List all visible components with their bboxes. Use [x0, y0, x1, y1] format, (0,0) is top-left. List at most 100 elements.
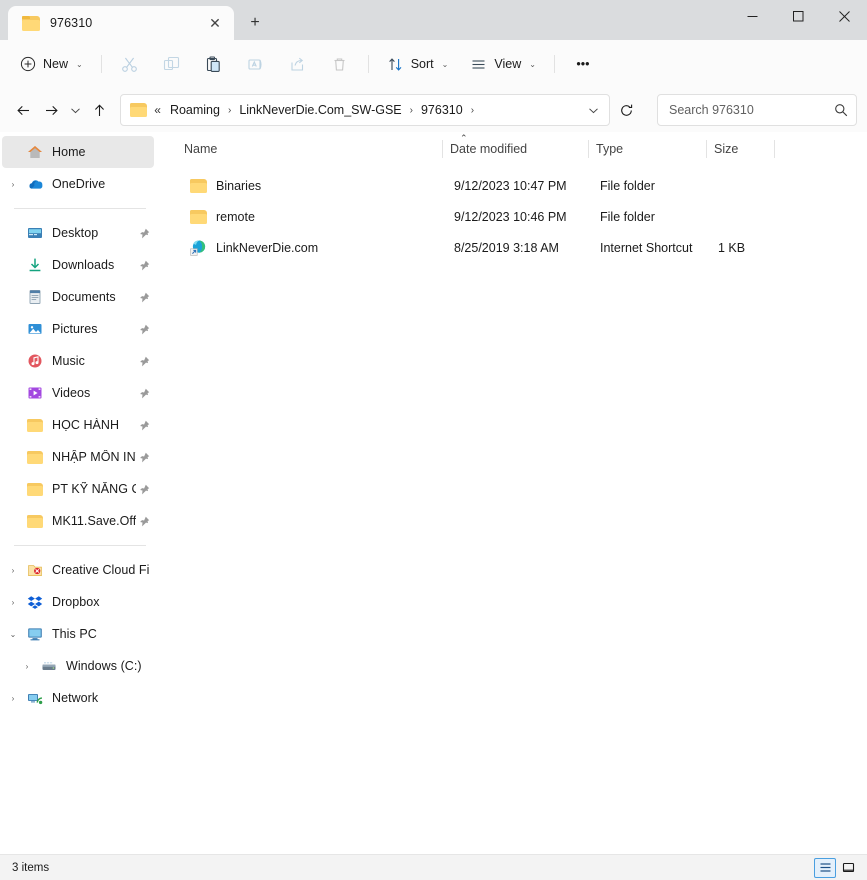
pin-icon[interactable] — [138, 292, 150, 303]
title-bar: 976310 ✕ + — [0, 0, 867, 40]
breadcrumb-item-976310[interactable]: 976310 — [417, 100, 467, 120]
sidebar-item-home[interactable]: Home — [2, 136, 154, 168]
breadcrumb-separator[interactable]: › — [406, 105, 417, 116]
forward-button[interactable] — [38, 94, 65, 126]
view-button-label: View — [494, 57, 521, 71]
pin-icon[interactable] — [138, 228, 150, 239]
chevron-right-icon[interactable]: › — [2, 180, 24, 189]
search-input[interactable] — [669, 103, 834, 117]
sidebar-item-this-pc[interactable]: ⌄ This PC — [2, 618, 154, 650]
sidebar-item-label: Videos — [46, 386, 136, 400]
pin-icon[interactable] — [138, 516, 150, 527]
window-controls — [729, 0, 867, 32]
column-header-name[interactable]: Name — [176, 132, 442, 166]
pin-icon[interactable] — [138, 484, 150, 495]
maximize-icon[interactable] — [775, 0, 821, 32]
sidebar-item-label: PT KỸ NĂNG CÁ — [46, 482, 136, 496]
column-header-type[interactable]: Type — [588, 132, 706, 166]
breadcrumb-separator[interactable]: › — [467, 105, 478, 116]
sidebar-item-nhap-mon-int[interactable]: NHẬP MÔN INT — [2, 441, 154, 473]
sidebar-item-documents[interactable]: Documents — [2, 281, 154, 313]
file-size-cell: 1 KB — [710, 241, 778, 255]
recent-locations-button[interactable] — [65, 94, 85, 126]
chevron-down-icon[interactable]: ⌄ — [2, 630, 24, 639]
file-list-pane: ⌃ Name Date modified Type Size Binaries … — [158, 132, 867, 854]
tab-976310[interactable]: 976310 ✕ — [8, 6, 234, 40]
folder-icon — [22, 16, 40, 31]
file-name-label: remote — [216, 210, 255, 224]
documents-icon — [24, 289, 46, 305]
table-row[interactable]: Binaries 9/12/2023 10:47 PM File folder — [162, 170, 861, 201]
pin-icon[interactable] — [138, 420, 150, 431]
chevron-right-icon[interactable]: › — [2, 694, 24, 703]
drive-icon — [38, 658, 60, 674]
trash-icon — [331, 56, 348, 73]
column-header-size[interactable]: Size — [706, 132, 774, 166]
table-row[interactable]: LinkNeverDie.com 8/25/2019 3:18 AM Inter… — [162, 232, 861, 263]
sidebar-item-label: OneDrive — [46, 177, 150, 191]
pin-icon[interactable] — [138, 388, 150, 399]
breadcrumb-separator[interactable]: › — [224, 105, 235, 116]
breadcrumb-item-roaming[interactable]: Roaming — [166, 100, 224, 120]
close-tab-icon[interactable]: ✕ — [202, 10, 228, 36]
table-row[interactable]: remote 9/12/2023 10:46 PM File folder — [162, 201, 861, 232]
view-button[interactable]: View ⌄ — [460, 48, 546, 80]
refresh-button[interactable] — [613, 94, 640, 126]
folder-icon — [190, 210, 207, 224]
sort-button-label: Sort — [411, 57, 434, 71]
minimize-icon[interactable] — [729, 0, 775, 32]
sidebar-item-label: Desktop — [46, 226, 136, 240]
chevron-down-icon: ⌄ — [529, 60, 536, 69]
share-button[interactable] — [278, 48, 318, 80]
column-header-date-modified[interactable]: Date modified — [442, 132, 588, 166]
new-button[interactable]: New ⌄ — [10, 48, 93, 80]
chevron-right-icon[interactable]: › — [2, 598, 24, 607]
sidebar-item-network[interactable]: › Network — [2, 682, 154, 714]
pin-icon[interactable] — [138, 452, 150, 463]
back-button[interactable] — [10, 94, 37, 126]
sidebar-item-downloads[interactable]: Downloads — [2, 249, 154, 281]
details-view-icon[interactable] — [814, 858, 836, 878]
breadcrumb-overflow[interactable]: « — [154, 103, 166, 117]
paste-button[interactable] — [194, 48, 234, 80]
breadcrumb-item-linkneverdie[interactable]: LinkNeverDie.Com_SW-GSE — [235, 100, 405, 120]
pin-icon[interactable] — [138, 324, 150, 335]
sidebar-item-dropbox[interactable]: › Dropbox — [2, 586, 154, 618]
chevron-right-icon[interactable]: › — [16, 662, 38, 671]
sidebar-item-pt-ky-nang-ca[interactable]: PT KỸ NĂNG CÁ — [2, 473, 154, 505]
sidebar-item-onedrive[interactable]: › OneDrive — [2, 168, 154, 200]
sidebar-item-mk11-save-offline[interactable]: MK11.Save.Offlin — [2, 505, 154, 537]
cut-button[interactable] — [110, 48, 150, 80]
sidebar-item-label: This PC — [46, 627, 150, 641]
this-pc-icon — [24, 626, 46, 642]
sidebar-item-videos[interactable]: Videos — [2, 377, 154, 409]
up-button[interactable] — [87, 94, 114, 126]
rename-button[interactable] — [236, 48, 276, 80]
sidebar-item-pictures[interactable]: Pictures — [2, 313, 154, 345]
chevron-right-icon[interactable]: › — [2, 566, 24, 575]
sidebar-item-desktop[interactable]: Desktop — [2, 217, 154, 249]
breadcrumb[interactable]: « Roaming › LinkNeverDie.Com_SW-GSE › 97… — [120, 94, 610, 126]
see-more-button[interactable]: ••• — [563, 48, 603, 80]
sidebar-item-music[interactable]: Music — [2, 345, 154, 377]
share-icon — [289, 56, 306, 73]
tab-strip: 976310 ✕ + — [0, 0, 270, 40]
chevron-down-icon[interactable] — [581, 97, 605, 123]
pin-icon[interactable] — [138, 260, 150, 271]
new-tab-button[interactable]: + — [240, 8, 270, 38]
toolbar-divider-3 — [554, 55, 555, 73]
large-icons-view-icon[interactable] — [837, 858, 859, 878]
folder-icon — [190, 179, 207, 193]
copy-button[interactable] — [152, 48, 192, 80]
onedrive-icon — [24, 176, 46, 193]
close-icon[interactable] — [821, 0, 867, 32]
search-box[interactable] — [657, 94, 857, 126]
file-date-cell: 8/25/2019 3:18 AM — [446, 241, 592, 255]
sidebar-item-windows-c[interactable]: › Windows (C:) — [2, 650, 154, 682]
sidebar-item-hoc-hanh[interactable]: HỌC HÀNH — [2, 409, 154, 441]
sidebar-item-creative-cloud-files[interactable]: › Creative Cloud Files — [2, 554, 154, 586]
pin-icon[interactable] — [138, 356, 150, 367]
delete-button[interactable] — [320, 48, 360, 80]
sort-button[interactable]: Sort ⌄ — [377, 48, 459, 80]
search-icon[interactable] — [834, 103, 848, 117]
